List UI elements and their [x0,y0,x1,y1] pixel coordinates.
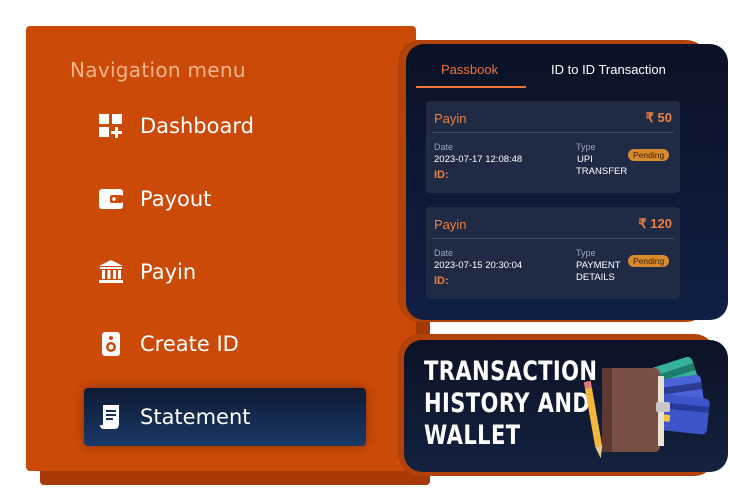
nav-item-label: Payout [140,187,212,211]
type-value-line2: DETAILS [576,272,615,283]
dashboard-icon [98,113,124,139]
status-badge: Pending [628,149,670,161]
transaction-card[interactable]: Payin ₹ 120 Date 2023-07-15 20:30:04 ID:… [426,207,680,299]
card-divider [432,238,674,239]
wallet-illustration-icon [583,356,710,459]
promo-title-line1: TRANSACTION [424,356,598,387]
nav-item-payin[interactable]: Payin [98,254,196,290]
id-device-icon [98,331,124,357]
tab-passbook[interactable]: Passbook [441,62,498,77]
status-badge: Pending [628,255,670,267]
receipt-icon [98,404,124,430]
id-label: ID: [434,275,449,287]
nav-item-label: Dashboard [140,114,254,138]
transaction-amount: ₹ 50 [645,110,672,125]
transaction-card[interactable]: Payin ₹ 50 Date 2023-07-17 12:08:48 ID: … [426,101,680,193]
nav-item-label: Create ID [140,332,239,356]
date-label: Date [434,248,454,258]
nav-item-create-id[interactable]: Create ID [98,326,239,362]
tab-id-to-id-transaction[interactable]: ID to ID Transaction [551,62,666,77]
transaction-date: 2023-07-15 20:30:04 [434,260,523,271]
nav-item-payout[interactable]: Payout [98,181,211,217]
passbook-panel: Passbook ID to ID Transaction Payin ₹ 50… [406,44,728,320]
type-value-line1: PAYMENT [576,260,621,271]
id-label: ID: [434,169,449,181]
transaction-type: Payin [434,217,467,232]
transaction-amount: ₹ 120 [638,216,672,231]
bank-icon [98,259,124,285]
type-value-line2: TRANSFER [576,166,628,177]
active-tab-underline [416,86,526,88]
date-label: Date [434,142,454,152]
nav-item-dashboard[interactable]: Dashboard [98,108,254,144]
transaction-date: 2023-07-17 12:08:48 [434,154,523,165]
nav-item-label: Statement [140,405,251,429]
card-divider [432,132,674,133]
wallet-icon [98,186,124,212]
nav-item-statement[interactable]: Statement [98,399,251,435]
nav-title: Navigation menu [70,58,246,82]
transaction-type: Payin [434,111,467,126]
promo-title-line2: HISTORY AND [424,388,591,419]
promo-title-line3: WALLET [424,420,521,451]
promo-panel: TRANSACTION HISTORY AND WALLET [404,340,728,472]
type-label: Type [576,248,596,258]
type-value-line1: UPI [577,154,593,165]
nav-item-label: Payin [140,260,197,284]
type-label: Type [576,142,596,152]
